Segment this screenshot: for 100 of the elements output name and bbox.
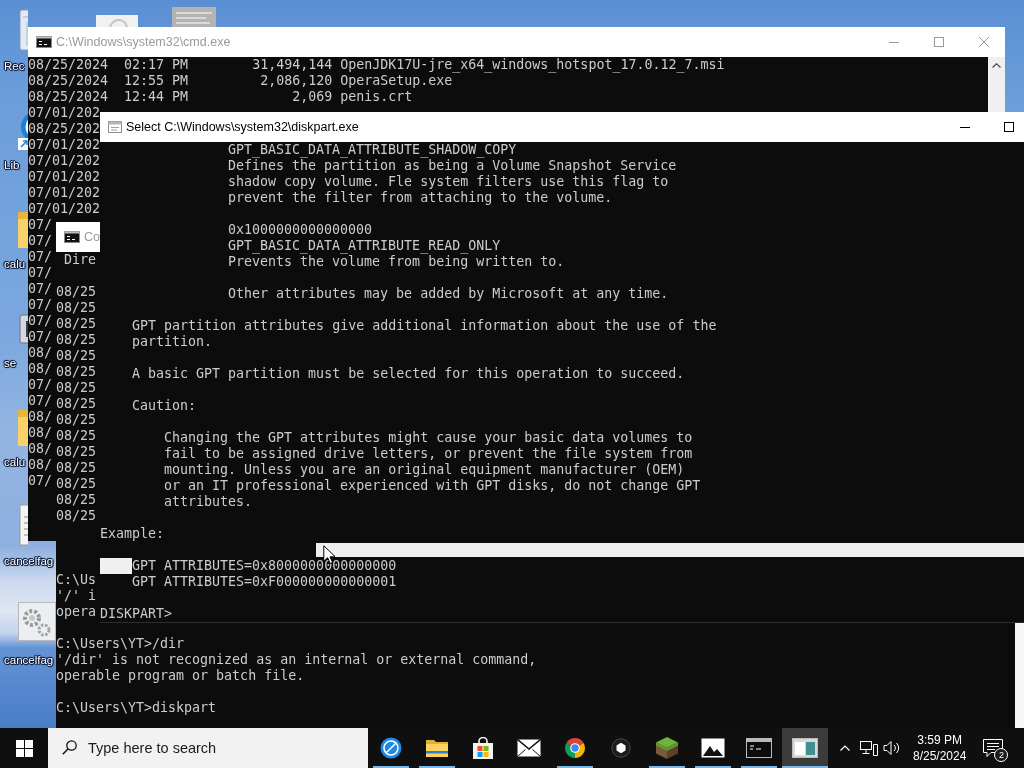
close-icon[interactable] xyxy=(979,37,989,47)
taskbar-button[interactable] xyxy=(782,728,828,768)
console-line: C:\Users\YT>diskpart xyxy=(56,700,217,716)
console-line: 08/25 xyxy=(56,348,97,364)
tricolor-circle-icon[interactable] xyxy=(564,737,586,759)
console-line: GPT ATTRIBUTES=0xF000000000000001 xyxy=(132,574,397,590)
console-line: 08/ xyxy=(28,425,53,441)
clock-date[interactable]: 8/25/2024 xyxy=(913,748,967,764)
console-line: partition. xyxy=(132,334,213,350)
icon-label: Rec xyxy=(4,59,25,73)
console-line: 08/25 xyxy=(56,332,97,348)
console-line: C:\Users\YT>/dir xyxy=(56,636,185,652)
console-line: 08/25 xyxy=(56,396,97,412)
terminal-icon xyxy=(36,36,52,48)
icon-label: cancelfag xyxy=(4,554,54,568)
console-line: 07/ xyxy=(28,393,53,409)
shopping-bag-icon[interactable] xyxy=(472,737,494,759)
console-line: GPT_BASIC_DATA_ATTRIBUTE_READ_ONLY xyxy=(228,238,501,254)
console-line: Example: xyxy=(100,526,165,542)
console-line: shadow copy volume. Fle system filters use this flag to xyxy=(228,174,669,190)
console-line: 08/25 xyxy=(56,508,97,524)
console-line: 08/25/2024 12:44 PM 2,069 penis.crt xyxy=(28,89,413,105)
console-line: 08/ xyxy=(28,361,53,377)
window-title: Select C:\Windows\system32\diskpart.exe xyxy=(126,120,359,134)
console-line: 08/ xyxy=(28,409,53,425)
file-thumbnail-icon[interactable] xyxy=(96,15,138,27)
console-line: 0x1000000000000000 xyxy=(228,222,373,238)
console-line: '/' i xyxy=(56,588,97,604)
terminal-icon[interactable] xyxy=(746,738,772,758)
icon-label: cancelfag xyxy=(4,653,54,667)
console-line: 07/01/202 xyxy=(28,201,101,217)
search-field[interactable]: Type here to search xyxy=(48,728,368,768)
console-line: 08/25 xyxy=(56,460,97,476)
image-icon[interactable] xyxy=(701,738,725,758)
console-line: 07/01/202 xyxy=(28,105,101,121)
console-line: 07/ xyxy=(28,217,53,233)
slashed-circle-icon[interactable] xyxy=(380,737,402,759)
maximize-icon[interactable] xyxy=(1004,122,1014,132)
window-icon xyxy=(108,121,122,133)
console-line: 07/ xyxy=(28,233,53,249)
console-line: GPT partition attributes give additional information about the use of the xyxy=(132,318,717,334)
search-icon xyxy=(62,740,77,755)
console-line: 08/25 xyxy=(56,300,97,316)
notification-icon[interactable] xyxy=(983,739,1004,757)
cube-icon[interactable] xyxy=(655,736,679,760)
console-line: 07/ xyxy=(28,297,53,313)
console-line: 08/25/2024 12:55 PM 2,086,120 OperaSetup.exe xyxy=(28,73,453,89)
window-title: Co xyxy=(84,230,100,244)
bin-icon[interactable] xyxy=(18,8,28,52)
start-icon[interactable] xyxy=(15,739,33,757)
console-line: 08/25 xyxy=(56,412,97,428)
console-line: 08/ xyxy=(28,345,53,361)
console-line: operable program or batch file. xyxy=(56,668,305,684)
terminal-icon xyxy=(64,231,80,243)
console-line: 08/25 xyxy=(56,364,97,380)
clock-time[interactable]: 3:59 PM xyxy=(917,732,963,748)
console-line: GPT_BASIC_DATA_ATTRIBUTE_SHADOW_COPY xyxy=(228,142,517,158)
console-line: 07/ xyxy=(28,265,53,281)
console-line: Defines the partition as being a Volume Snapshot Service xyxy=(228,158,677,174)
console-line: 07/ xyxy=(28,473,53,489)
console-line: GPT ATTRIBUTES=0x8000000000000000 xyxy=(132,558,397,574)
console-line: prevent the filter from attaching to the volume. xyxy=(228,190,613,206)
envelope-icon[interactable] xyxy=(517,739,541,757)
volume-icon[interactable] xyxy=(883,740,901,756)
notification-count: 2 xyxy=(994,748,1009,762)
console-line: 07/01/202 xyxy=(28,169,101,185)
window-title: C:\Windows\system32\cmd.exe xyxy=(56,35,231,49)
console-line: 07/ xyxy=(28,313,53,329)
console-line: 08/ xyxy=(28,441,53,457)
console-line: 07/ xyxy=(28,329,53,345)
console-line: 07/ xyxy=(28,281,53,297)
console-line: Caution: xyxy=(132,398,197,414)
console-line: 07/01/202 xyxy=(28,185,101,201)
console-line: or an IT professional experienced with GPT disks, do not change GPT xyxy=(164,478,701,494)
minimize-icon[interactable] xyxy=(960,126,970,128)
console-line: 08/25/2024 02:17 PM 31,494,144 OpenJDK17U-jre_x64_windows_hotspot_17.0.12_7.msi xyxy=(28,57,725,73)
scrollbar[interactable] xyxy=(988,57,1005,112)
icon-label: calu xyxy=(4,455,26,469)
network-icon[interactable] xyxy=(860,740,878,756)
caret-up-icon[interactable] xyxy=(992,63,1001,68)
icon-label: Lib xyxy=(4,158,20,172)
console-line: 08/25 xyxy=(56,428,97,444)
image-thumbnail-icon[interactable] xyxy=(172,7,216,27)
console-line: Other attributes may be added by Microsoft at any time. xyxy=(228,286,669,302)
icon-label: se xyxy=(4,356,17,370)
console-line: opera xyxy=(56,604,97,620)
icon-label: calu xyxy=(4,257,26,271)
console-line: 08/25 xyxy=(56,284,97,300)
window-icon[interactable] xyxy=(792,738,818,758)
console-line: 08/ xyxy=(28,457,53,473)
console-line: 08/25 xyxy=(56,444,97,460)
console-line: Changing the GPT attributes might cause your basic data volumes to xyxy=(164,430,693,446)
scrollbar[interactable] xyxy=(1015,623,1024,728)
folder-icon[interactable] xyxy=(425,738,449,758)
console-line: attributes. xyxy=(164,494,253,510)
console-line: 08/25 xyxy=(56,476,97,492)
console-line: Dire xyxy=(64,252,97,268)
console-line: 08/25 xyxy=(56,380,97,396)
console-line: fail to be assigned drive letters, or prevent the file system from xyxy=(164,446,693,462)
console-line: 08/25 xyxy=(56,316,97,332)
